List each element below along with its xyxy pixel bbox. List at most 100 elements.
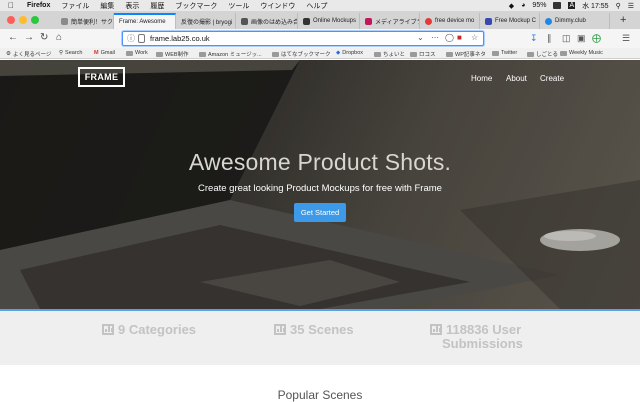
bookmark-label: しごとる (536, 52, 559, 58)
menubar-clock[interactable]: 水 17:55 (582, 1, 608, 11)
folder-icon (199, 51, 206, 57)
tab-label: 反復の撮影 | bryogi (181, 19, 233, 26)
stat-submissions: 118836 User (430, 323, 521, 336)
pocket-icon[interactable]: ◯ (445, 33, 454, 42)
bookmark-item[interactable]: WP記事ネタ (446, 50, 486, 58)
menu-history[interactable]: 履歴 (150, 1, 164, 11)
apple-icon[interactable]:  (8, 1, 16, 10)
menu-file[interactable]: ファイル (61, 1, 89, 11)
bookmark-item[interactable]: ⚙ よく見るページ (6, 50, 51, 58)
menu-app-firefox[interactable]: Firefox (27, 2, 50, 9)
tab-label: Online Mockups (313, 18, 357, 24)
dropbox-tray-icon[interactable]: ◆ (509, 2, 514, 10)
dropbox-icon: ◆ (336, 50, 341, 56)
nav-home[interactable]: Home (471, 74, 492, 83)
tab-favicon (61, 17, 68, 25)
tab-5[interactable]: メディアライブラ (360, 13, 420, 29)
wifi-icon[interactable]: ◕ (521, 2, 525, 9)
stat-scenes-text: 35 Scenes (290, 322, 354, 337)
hero-headline: Awesome Product Shots. (188, 149, 452, 175)
stat-submissions-text: 118836 User (446, 322, 522, 337)
url-dropdown-icon[interactable]: ⌄ (417, 33, 424, 42)
bookmark-label: WP記事ネタ (455, 52, 486, 58)
spotlight-search-icon[interactable]: ⚲ (616, 2, 621, 10)
bookmark-item[interactable]: M Gmail (94, 50, 115, 56)
bookmark-item[interactable]: ロコス (410, 50, 436, 58)
tab-6[interactable]: free device mo (420, 13, 480, 29)
new-tab-button[interactable]: + (620, 13, 626, 27)
folder-icon (492, 50, 499, 56)
browser-tab-strip: 簡単便利！サク Frame: Awesome 反復の撮影 | bryogi 画像… (0, 11, 640, 29)
screenshot-icon[interactable]: ▣ (577, 32, 586, 44)
url-text[interactable]: frame.lab25.co.uk (150, 34, 210, 43)
url-bar[interactable]: ⓘ frame.lab25.co.uk ⌄ ⋯ ◯ ■ ☆ (122, 31, 484, 46)
home-icon[interactable]: ⌂ (56, 32, 62, 44)
bookmark-item[interactable]: ちょいと (374, 50, 405, 58)
gmail-icon: M (94, 50, 99, 56)
nav-about[interactable]: About (506, 74, 527, 83)
tab-4[interactable]: Online Mockups (298, 13, 360, 29)
site-logo[interactable]: FRAME (78, 67, 125, 87)
bar-chart-icon (102, 324, 114, 335)
tab-favicon (485, 17, 492, 25)
notification-center-icon[interactable]: ☰ (628, 2, 634, 10)
reload-icon[interactable]: ↻ (40, 32, 48, 44)
library-icon[interactable]: ∥ (547, 32, 552, 44)
info-icon[interactable]: ⓘ (127, 33, 135, 44)
menu-bookmarks[interactable]: ブックマーク (175, 1, 217, 11)
tab-label: Dimmy.club (555, 18, 586, 24)
back-arrow-icon[interactable]: ← (8, 32, 18, 44)
folder-icon (126, 50, 133, 56)
bookmark-item[interactable]: Amazon ミュージッ... (199, 50, 262, 58)
macos-menu-bar:  Firefox ファイル 編集 表示 履歴 ブックマーク ツール ウインドウ… (0, 0, 640, 11)
battery-icon[interactable] (553, 2, 562, 9)
bookmark-label: ちょいと (383, 52, 406, 58)
bar-chart-icon (430, 324, 442, 335)
bookmark-label: よく見るページ (12, 52, 52, 58)
get-started-button[interactable]: Get Started (294, 203, 346, 222)
bookmark-item[interactable]: ◆ Dropbox (336, 50, 363, 56)
tab-1-active[interactable]: Frame: Awesome (114, 13, 176, 29)
tab-2[interactable]: 反復の撮影 | bryogi (176, 13, 236, 29)
menu-view[interactable]: 表示 (125, 1, 139, 11)
bookmark-item[interactable]: WEB制作 (156, 50, 189, 58)
page-actions-icon[interactable]: ⋯ (431, 33, 439, 42)
downloads-icon[interactable]: ↧ (530, 32, 538, 44)
lock-icon (138, 34, 145, 43)
bookmark-item[interactable]: Work (126, 50, 148, 56)
zoom-window-button[interactable] (31, 16, 39, 24)
hamburger-menu-icon[interactable]: ☰ (622, 32, 630, 44)
tab-3[interactable]: 画像のはめ込み合成 (236, 13, 298, 29)
close-window-button[interactable] (7, 16, 15, 24)
menu-tools[interactable]: ツール (228, 1, 249, 11)
sync-icon[interactable]: ⨁ (592, 32, 601, 44)
bookmark-star-icon[interactable]: ☆ (471, 33, 478, 42)
input-mode-indicator[interactable]: A (568, 2, 576, 9)
bookmark-item[interactable]: しごとる (527, 50, 558, 58)
tab-label: メディアライブラ (375, 19, 420, 26)
folder-icon (560, 50, 567, 56)
forward-arrow-icon[interactable]: → (24, 32, 34, 44)
bookmark-label: Weekly Music (569, 50, 603, 56)
gear-icon: ⚙ (6, 51, 11, 57)
tab-favicon (425, 17, 432, 25)
bookmark-item[interactable]: Twitter (492, 50, 517, 56)
folder-icon (527, 51, 534, 57)
battery-percent[interactable]: 95% (532, 2, 546, 9)
tab-8[interactable]: Dimmy.club (540, 13, 610, 29)
tab-label: 画像のはめ込み合成 (251, 19, 297, 26)
tab-7[interactable]: Free Mockup C (480, 13, 540, 29)
menu-help[interactable]: ヘルプ (306, 1, 327, 11)
folder-icon (156, 51, 163, 57)
sidebar-icon[interactable]: ◫ (562, 32, 571, 44)
tab-label: Frame: Awesome (119, 19, 166, 25)
bookmark-item[interactable]: Weekly Music (560, 50, 603, 56)
menu-window[interactable]: ウインドウ (260, 1, 295, 11)
extension-icon[interactable]: ■ (457, 33, 462, 42)
bookmark-item[interactable]: はてなブックマーク (272, 50, 331, 58)
bookmark-item[interactable]: ⚲ Search (59, 50, 82, 56)
tab-0[interactable]: 簡単便利！サク (56, 13, 114, 29)
menu-edit[interactable]: 編集 (100, 1, 114, 11)
nav-create[interactable]: Create (540, 74, 564, 83)
minimize-window-button[interactable] (19, 16, 27, 24)
